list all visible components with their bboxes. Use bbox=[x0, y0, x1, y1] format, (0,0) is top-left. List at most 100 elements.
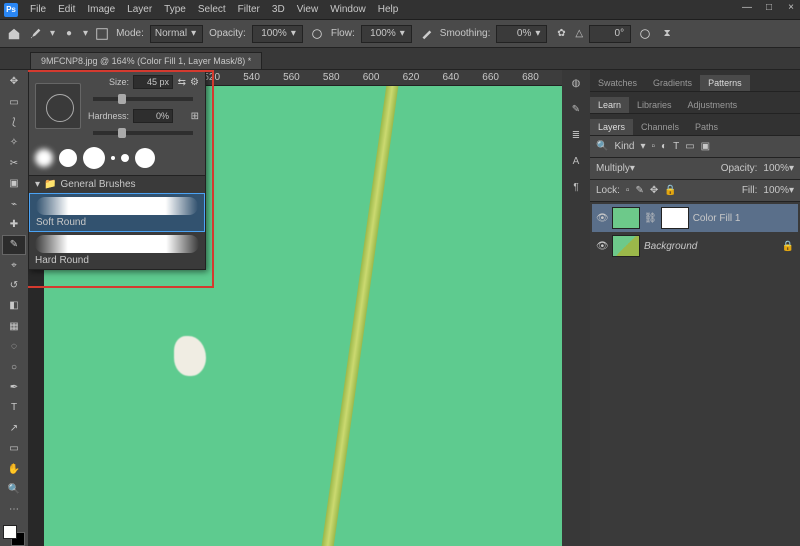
new-preset-icon[interactable]: ⊞ bbox=[191, 111, 199, 122]
wand-tool[interactable]: ✧ bbox=[2, 133, 26, 152]
flow-input[interactable]: 100%▾ bbox=[361, 25, 412, 43]
layer-thumbnail[interactable] bbox=[612, 235, 640, 257]
filter-smart-icon[interactable]: ▣ bbox=[701, 141, 710, 152]
brush-tip[interactable] bbox=[83, 147, 105, 169]
layer-opacity-input[interactable]: 100%▾ bbox=[763, 163, 794, 174]
tab-patterns[interactable]: Patterns bbox=[700, 75, 750, 91]
brush-tip[interactable] bbox=[59, 149, 77, 167]
gear-icon[interactable]: ⚙ bbox=[190, 77, 199, 88]
size-slider[interactable] bbox=[93, 97, 193, 101]
eyedropper-tool[interactable]: ⌁ bbox=[2, 194, 26, 213]
brush-item-hard-round[interactable]: Hard Round bbox=[29, 232, 205, 269]
lock-all-icon[interactable]: 🔒 bbox=[664, 185, 676, 196]
menu-window[interactable]: Window bbox=[324, 4, 372, 15]
chevron-down-icon[interactable]: ▾ bbox=[640, 141, 645, 152]
layer-thumbnail[interactable] bbox=[612, 207, 640, 229]
pressure-opacity-icon[interactable] bbox=[309, 26, 325, 42]
gear-icon[interactable]: ✿ bbox=[553, 26, 569, 42]
layer-row[interactable]: 👁 Background 🔒 bbox=[592, 232, 798, 260]
move-tool[interactable]: ✥ bbox=[2, 72, 26, 91]
brush-tip[interactable] bbox=[35, 149, 53, 167]
marquee-tool[interactable]: ▭ bbox=[2, 92, 26, 111]
lasso-tool[interactable]: ⟅ bbox=[2, 113, 26, 132]
size-input[interactable]: 45 px bbox=[133, 75, 173, 89]
brush-tip[interactable] bbox=[135, 148, 155, 168]
type-tool[interactable]: T bbox=[2, 398, 26, 417]
menu-edit[interactable]: Edit bbox=[52, 4, 81, 15]
maximize-button[interactable]: □ bbox=[764, 2, 774, 13]
shape-tool[interactable]: ▭ bbox=[2, 439, 26, 458]
home-icon[interactable] bbox=[6, 26, 22, 42]
hardness-input[interactable]: 0% bbox=[133, 109, 173, 123]
edit-toolbar[interactable]: ⋯ bbox=[2, 500, 26, 519]
heal-tool[interactable]: ✚ bbox=[2, 215, 26, 234]
tab-adjustments[interactable]: Adjustments bbox=[680, 97, 746, 113]
filter-pixel-icon[interactable]: ▫ bbox=[652, 141, 656, 152]
dodge-tool[interactable]: ○ bbox=[2, 357, 26, 376]
brush-preset-icon[interactable]: ● bbox=[61, 26, 77, 42]
crop-tool[interactable]: ✂ bbox=[2, 154, 26, 173]
mode-select[interactable]: Normal▾ bbox=[150, 25, 203, 43]
visibility-icon[interactable]: 👁 bbox=[596, 241, 608, 252]
brush-item-soft-round[interactable]: Soft Round bbox=[29, 193, 205, 232]
opacity-input[interactable]: 100%▾ bbox=[252, 25, 303, 43]
gradient-tool[interactable]: ▦ bbox=[2, 317, 26, 336]
link-icon[interactable]: ⛓ bbox=[644, 213, 657, 224]
blend-mode-select[interactable]: Multiply▾ bbox=[596, 163, 635, 174]
brush-tip[interactable] bbox=[121, 154, 129, 162]
pressure-size-icon[interactable] bbox=[637, 26, 653, 42]
brush-tip[interactable] bbox=[111, 156, 115, 160]
tab-channels[interactable]: Channels bbox=[633, 119, 687, 135]
menu-view[interactable]: View bbox=[291, 4, 325, 15]
angle-input[interactable]: 0° bbox=[589, 25, 631, 43]
brush-tool[interactable]: ✎ bbox=[2, 235, 26, 254]
symmetry-icon[interactable]: ⧗ bbox=[659, 26, 675, 42]
brush-tool-icon[interactable] bbox=[28, 26, 44, 42]
tab-libraries[interactable]: Libraries bbox=[629, 97, 680, 113]
tab-swatches[interactable]: Swatches bbox=[590, 75, 645, 91]
tab-layers[interactable]: Layers bbox=[590, 119, 633, 135]
filter-adjust-icon[interactable]: ◐ bbox=[661, 141, 667, 152]
history-panel-icon[interactable]: ≣ bbox=[567, 126, 585, 144]
blur-tool[interactable]: ◌ bbox=[2, 337, 26, 356]
chevron-down-icon[interactable]: ▾ bbox=[50, 28, 55, 39]
flip-icon[interactable]: ⇆ bbox=[178, 77, 186, 88]
hardness-slider[interactable] bbox=[93, 131, 193, 135]
lock-icon[interactable]: 🔒 bbox=[782, 241, 794, 252]
filter-shape-icon[interactable]: ▭ bbox=[685, 141, 694, 152]
brush-settings-icon[interactable] bbox=[94, 26, 110, 42]
menu-select[interactable]: Select bbox=[192, 4, 232, 15]
airbrush-icon[interactable] bbox=[418, 26, 434, 42]
menu-filter[interactable]: Filter bbox=[232, 4, 266, 15]
tab-paths[interactable]: Paths bbox=[687, 119, 726, 135]
color-panel-icon[interactable]: ◍ bbox=[567, 74, 585, 92]
frame-tool[interactable]: ▣ bbox=[2, 174, 26, 193]
menu-3d[interactable]: 3D bbox=[266, 4, 291, 15]
layer-row[interactable]: 👁 ⛓ Color Fill 1 bbox=[592, 204, 798, 232]
brush-group-header[interactable]: ▾ 📁 General Brushes bbox=[29, 176, 205, 193]
lock-position-icon[interactable]: ✥ bbox=[650, 185, 658, 196]
stamp-tool[interactable]: ⌖ bbox=[2, 256, 26, 275]
eraser-tool[interactable]: ◧ bbox=[2, 296, 26, 315]
layer-name[interactable]: Background bbox=[644, 241, 697, 252]
tab-gradients[interactable]: Gradients bbox=[645, 75, 700, 91]
minimize-button[interactable]: — bbox=[742, 2, 752, 13]
character-panel-icon[interactable]: A bbox=[567, 152, 585, 170]
brushes-panel-icon[interactable]: ✎ bbox=[567, 100, 585, 118]
lock-paint-icon[interactable]: ✎ bbox=[635, 185, 643, 196]
document-tab[interactable]: 9MFCNP8.jpg @ 164% (Color Fill 1, Layer … bbox=[30, 52, 262, 69]
color-swatches[interactable] bbox=[3, 525, 25, 546]
hand-tool[interactable]: ✋ bbox=[2, 459, 26, 478]
pen-tool[interactable]: ✒ bbox=[2, 378, 26, 397]
layer-fill-input[interactable]: 100%▾ bbox=[763, 185, 794, 196]
close-button[interactable]: × bbox=[786, 2, 796, 13]
layer-mask-thumbnail[interactable] bbox=[661, 207, 689, 229]
tab-learn[interactable]: Learn bbox=[590, 97, 629, 113]
menu-type[interactable]: Type bbox=[158, 4, 192, 15]
search-icon[interactable]: 🔍 bbox=[596, 141, 608, 152]
smoothing-input[interactable]: 0%▾ bbox=[496, 25, 547, 43]
path-tool[interactable]: ↗ bbox=[2, 419, 26, 438]
menu-image[interactable]: Image bbox=[81, 4, 121, 15]
history-brush-tool[interactable]: ↺ bbox=[2, 276, 26, 295]
visibility-icon[interactable]: 👁 bbox=[596, 213, 608, 224]
